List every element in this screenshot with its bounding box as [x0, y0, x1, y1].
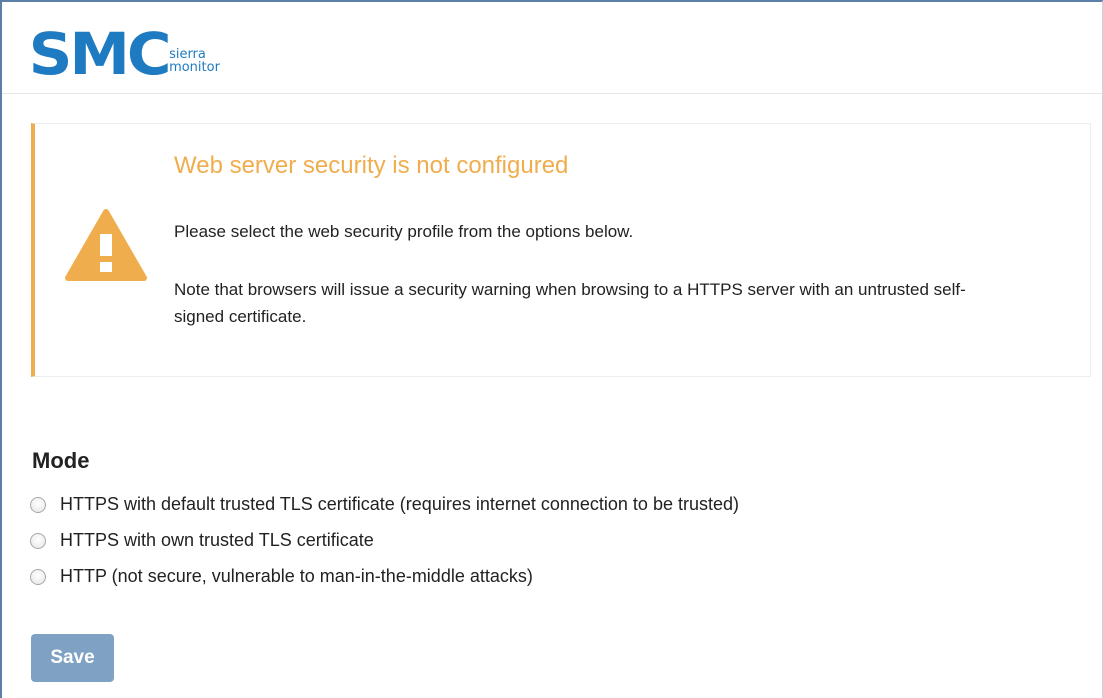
alert-title: Web server security is not configured [174, 152, 569, 179]
option-label: HTTPS with own trusted TLS certificate [60, 530, 374, 550]
mode-option-http[interactable]: HTTP (not secure, vulnerable to man-in-t… [30, 566, 533, 587]
security-warning-alert: Web server security is not configured Pl… [31, 123, 1091, 377]
radio-https-own[interactable] [30, 532, 46, 549]
save-button[interactable]: Save [31, 634, 114, 682]
logo-mark: SMC [28, 20, 172, 88]
mode-option-https-own[interactable]: HTTPS with own trusted TLS certificate [30, 530, 374, 551]
option-label: HTTPS with default trusted TLS certifica… [60, 494, 739, 514]
logo-subtitle: sierra monitor [169, 48, 220, 74]
alert-note: Note that browsers will issue a security… [174, 280, 966, 326]
logo-sub-line2: monitor [169, 60, 220, 75]
radio-http[interactable] [30, 568, 46, 585]
alert-message: Please select the web security profile f… [174, 222, 634, 241]
mode-option-https-default[interactable]: HTTPS with default trusted TLS certifica… [30, 494, 739, 515]
smc-logo: SMC sierra monitor [28, 20, 220, 88]
page-header: SMC sierra monitor [2, 2, 1102, 94]
option-label: HTTP (not secure, vulnerable to man-in-t… [60, 566, 533, 586]
mode-heading: Mode [32, 448, 90, 473]
warning-triangle-icon [65, 209, 147, 281]
radio-https-default[interactable] [30, 496, 46, 513]
